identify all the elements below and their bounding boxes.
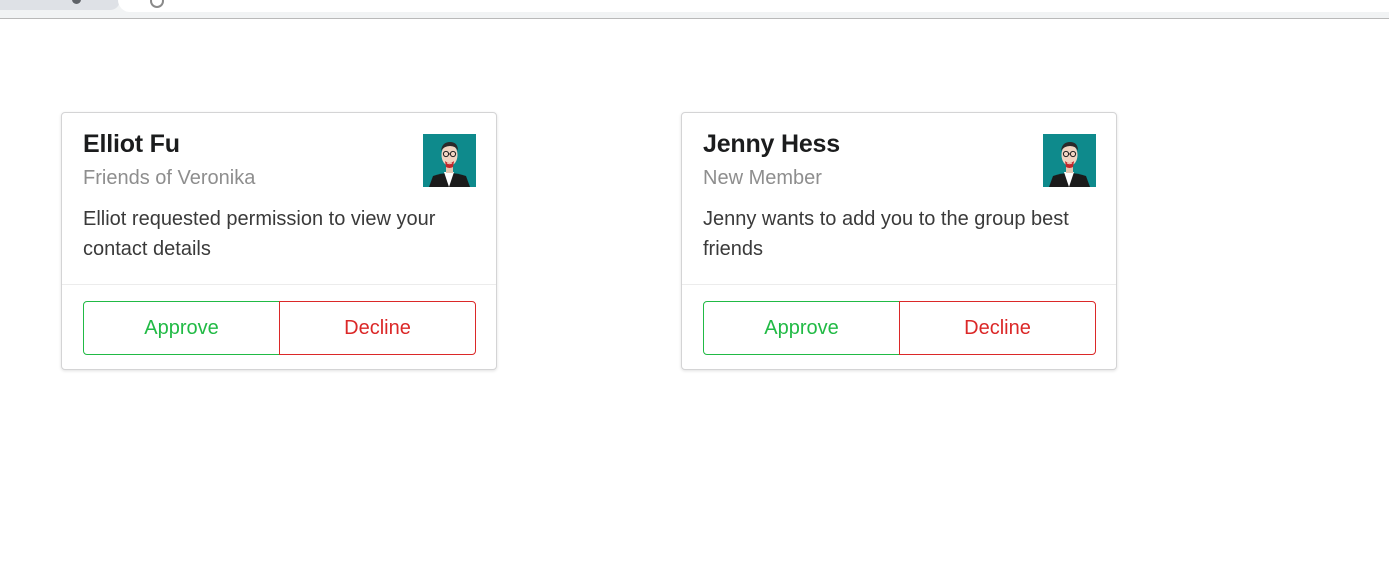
- card-actions: Approve Decline: [703, 301, 1096, 355]
- card-header-name: Elliot Fu: [83, 130, 180, 158]
- browser-tab-edge[interactable]: [0, 0, 120, 10]
- request-card: Jenny Hess New Member Jenny wants to add…: [681, 112, 1117, 370]
- avatar: [1043, 134, 1096, 187]
- card-header-name: Jenny Hess: [703, 130, 840, 158]
- decline-button[interactable]: Decline: [279, 301, 476, 355]
- card-description: Elliot requested permission to view your…: [83, 208, 436, 260]
- approve-button[interactable]: Approve: [703, 301, 900, 355]
- decline-button[interactable]: Decline: [899, 301, 1096, 355]
- card-content: Elliot Fu Friends of Veronika Elliot req…: [62, 113, 496, 285]
- card-actions: Approve Decline: [83, 301, 476, 355]
- card-meta: Friends of Veronika: [83, 167, 256, 189]
- address-bar-edge[interactable]: [118, 0, 1389, 12]
- avatar: [423, 134, 476, 187]
- card-description: Jenny wants to add you to the group best…: [703, 208, 1069, 260]
- approve-button[interactable]: Approve: [83, 301, 280, 355]
- browser-toolbar-edge: [0, 0, 1389, 19]
- request-card: Elliot Fu Friends of Veronika Elliot req…: [61, 112, 497, 370]
- card-content: Jenny Hess New Member Jenny wants to add…: [682, 113, 1116, 285]
- card-meta: New Member: [703, 167, 822, 189]
